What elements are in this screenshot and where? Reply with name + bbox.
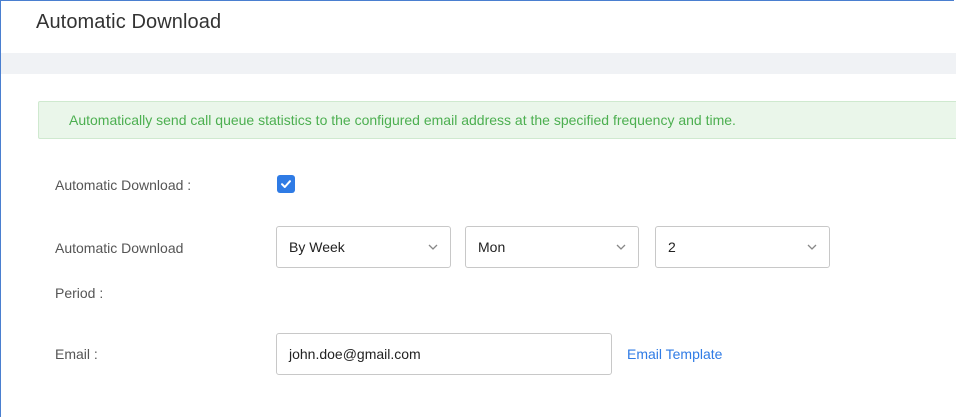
hour-select[interactable]: 2 [655,226,830,268]
section-divider [1,53,956,74]
period-label-line1: Automatic Download [55,240,184,256]
email-field[interactable]: john.doe@gmail.com [276,333,612,375]
email-label: Email : [55,346,98,362]
email-field-value: john.doe@gmail.com [289,346,421,362]
page-title: Automatic Download [36,11,222,33]
email-template-link[interactable]: Email Template [627,346,722,362]
chevron-down-icon [616,244,626,250]
chevron-down-icon [807,244,817,250]
info-notice-text: Automatically send call queue statistics… [69,112,736,128]
page-header: Automatic Download [1,1,956,53]
auto-download-checkbox[interactable] [277,175,295,193]
info-notice: Automatically send call queue statistics… [38,101,956,139]
hour-select-value: 2 [668,239,676,255]
frequency-select[interactable]: By Week [276,226,451,268]
check-icon [281,180,291,188]
frequency-select-value: By Week [289,239,345,255]
day-select-value: Mon [478,239,506,255]
day-select[interactable]: Mon [465,226,639,268]
period-label-line2: Period : [55,285,104,301]
chevron-down-icon [428,244,438,250]
auto-download-label: Automatic Download : [55,177,192,193]
